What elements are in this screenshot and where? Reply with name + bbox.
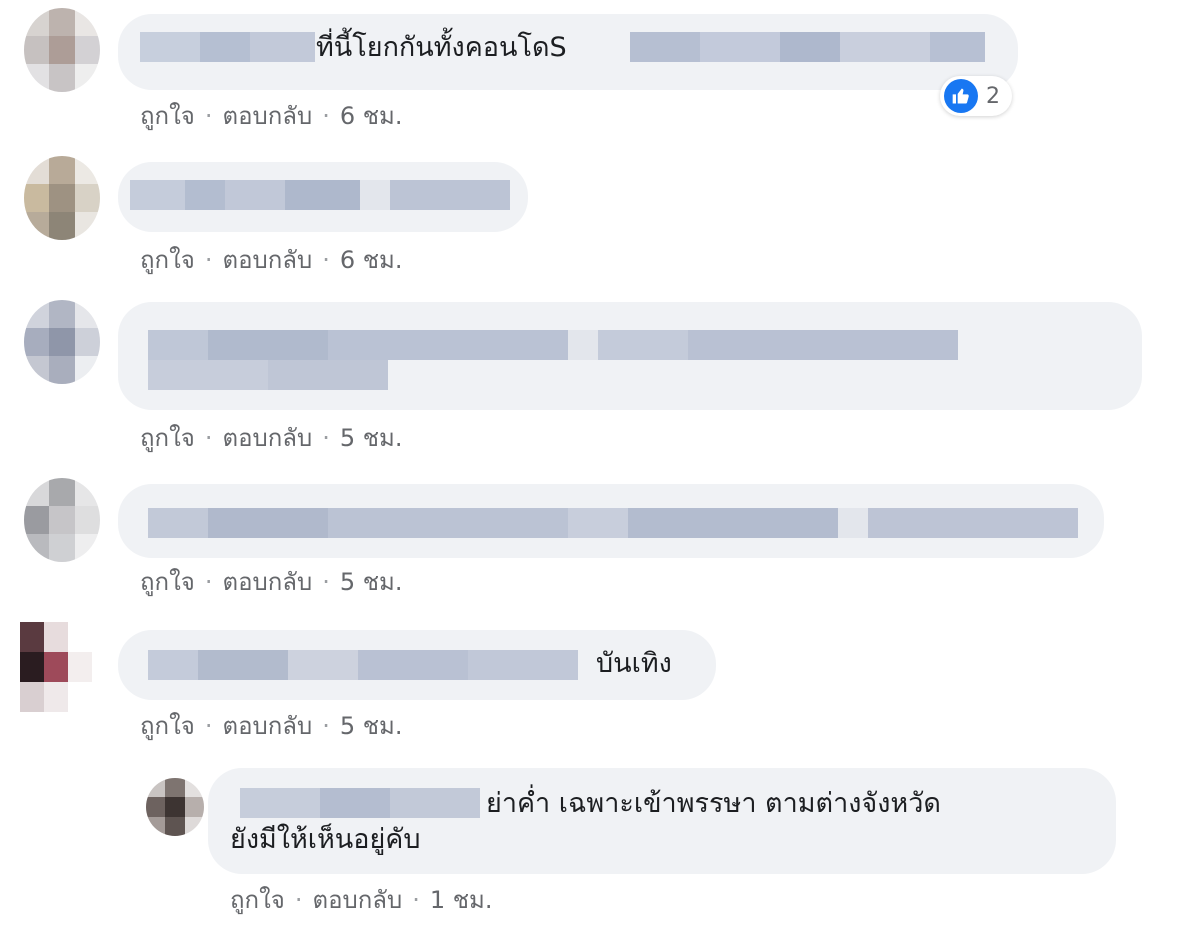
- commenter-avatar[interactable]: [24, 300, 100, 384]
- comment-actions: ถูกใจ · ตอบกลับ · 5 ชม.: [140, 706, 402, 745]
- comment-actions: ถูกใจ · ตอบกลับ · 6 ชม.: [140, 96, 402, 135]
- separator: ·: [204, 712, 213, 740]
- separator: ·: [204, 102, 213, 130]
- comment-actions: ถูกใจ · ตอบกลับ · 5 ชม.: [140, 562, 402, 601]
- reply-link[interactable]: ตอบกลับ: [222, 246, 312, 274]
- blurred-comment-text: [148, 508, 1078, 538]
- like-link[interactable]: ถูกใจ: [230, 886, 285, 914]
- reply-link[interactable]: ตอบกลับ: [222, 568, 312, 596]
- comment-actions: ถูกใจ · ตอบกลับ · 5 ชม.: [140, 418, 402, 457]
- timestamp[interactable]: 5 ชม.: [340, 712, 403, 740]
- timestamp[interactable]: 6 ชม.: [340, 246, 403, 274]
- blurred-commenter-name: [140, 32, 315, 62]
- reply-link[interactable]: ตอบกลับ: [222, 424, 312, 452]
- comment-text: ที่นี้โยกกันทั้งคอนโดS: [316, 32, 567, 63]
- like-link[interactable]: ถูกใจ: [140, 568, 195, 596]
- comment-text: บันเทิง: [596, 648, 672, 679]
- separator: ·: [412, 886, 420, 914]
- like-link[interactable]: ถูกใจ: [140, 424, 195, 452]
- blurred-comment-text: [130, 180, 510, 210]
- comment-actions: ถูกใจ · ตอบกลับ · 6 ชม.: [140, 240, 402, 279]
- separator: ·: [322, 102, 330, 130]
- commenter-avatar[interactable]: [24, 478, 100, 562]
- timestamp[interactable]: 5 ชม.: [340, 568, 403, 596]
- separator: ·: [322, 568, 330, 596]
- commenter-avatar[interactable]: [24, 156, 100, 240]
- reply-text-line1: ย่าค่ำ เฉพาะเข้าพรรษา ตามต่างจังหวัด: [486, 788, 941, 819]
- like-link[interactable]: ถูกใจ: [140, 712, 195, 740]
- timestamp[interactable]: 1 ชม.: [430, 886, 493, 914]
- separator: ·: [322, 712, 330, 740]
- blurred-comment-text: [148, 360, 388, 390]
- thumbs-up-icon: [944, 79, 978, 113]
- timestamp[interactable]: 6 ชม.: [340, 102, 403, 130]
- reply-actions: ถูกใจ · ตอบกลับ · 1 ชม.: [230, 880, 492, 919]
- timestamp[interactable]: 5 ชม.: [340, 424, 403, 452]
- reply-link[interactable]: ตอบกลับ: [222, 102, 312, 130]
- separator: ·: [294, 886, 303, 914]
- reply-avatar[interactable]: [146, 778, 204, 836]
- separator: ·: [322, 424, 330, 452]
- reaction-badge[interactable]: 2: [940, 76, 1012, 116]
- like-link[interactable]: ถูกใจ: [140, 102, 195, 130]
- like-link[interactable]: ถูกใจ: [140, 246, 195, 274]
- separator: ·: [204, 424, 213, 452]
- separator: ·: [204, 568, 213, 596]
- commenter-avatar[interactable]: [20, 622, 92, 712]
- reply-link[interactable]: ตอบกลับ: [222, 712, 312, 740]
- commenter-avatar[interactable]: [24, 8, 100, 92]
- separator: ·: [322, 246, 330, 274]
- separator: ·: [204, 246, 213, 274]
- reaction-count: 2: [986, 83, 1000, 109]
- reply-text-line2: ยังมีให้เห็นอยู่คับ: [230, 824, 421, 855]
- reply-link[interactable]: ตอบกลับ: [312, 886, 402, 914]
- blurred-comment-text: [630, 32, 985, 62]
- blurred-comment-text: [148, 330, 958, 360]
- blurred-comment-text: [148, 650, 578, 680]
- blurred-reply-name: [240, 788, 480, 818]
